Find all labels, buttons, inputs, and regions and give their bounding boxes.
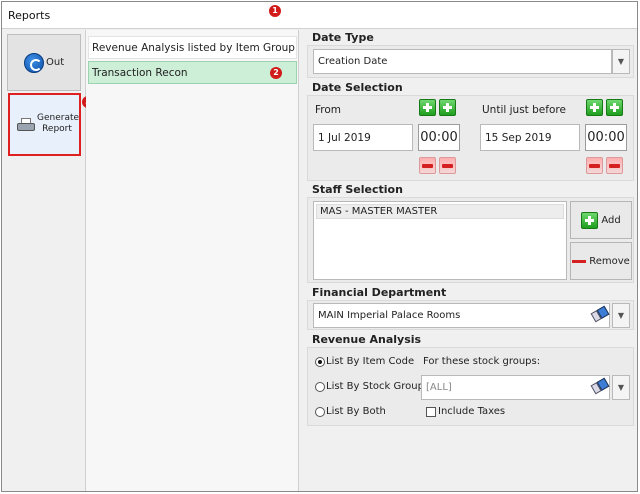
plus-icon[interactable]: [439, 99, 456, 116]
reports-window: Reports 1 Out GenerateReport 3 Revenue A…: [1, 1, 638, 492]
radio-list-by-stock-group[interactable]: List By Stock Group: [315, 381, 424, 392]
financial-department-group: MAIN Imperial Palace Rooms ▼: [307, 300, 634, 330]
date-type-heading: Date Type: [312, 31, 374, 44]
financial-department-select[interactable]: MAIN Imperial Palace Rooms: [313, 303, 610, 328]
date-selection-heading: Date Selection: [312, 81, 403, 94]
include-taxes-checkbox[interactable]: Include Taxes: [426, 406, 505, 417]
from-date-field[interactable]: 1 Jul 2019: [313, 124, 413, 151]
until-label: Until just before: [482, 104, 566, 116]
out-label: Out: [46, 57, 65, 68]
report-list: Revenue Analysis listed by Item Group Tr…: [86, 30, 299, 491]
minus-icon[interactable]: [419, 157, 436, 174]
date-type-dropdown-button[interactable]: ▼: [612, 49, 630, 74]
callout-badge-1: 1: [269, 5, 281, 17]
date-selection-group: From 1 Jul 2019 00:00 Until just before …: [307, 95, 634, 181]
from-time-field[interactable]: 00:00: [418, 124, 460, 151]
until-time-field[interactable]: 00:00: [585, 124, 627, 151]
minus-icon[interactable]: [439, 157, 456, 174]
printer-icon: [17, 118, 35, 132]
date-type-value: Creation Date: [318, 56, 388, 67]
plus-icon[interactable]: [606, 99, 623, 116]
add-staff-button[interactable]: Add: [570, 201, 632, 239]
plus-icon[interactable]: [419, 99, 436, 116]
callout-badge-2: 2: [270, 67, 282, 79]
radio-list-by-item-code[interactable]: List By Item Code: [315, 356, 414, 367]
until-date-field[interactable]: 15 Sep 2019: [480, 124, 580, 151]
action-column: Out GenerateReport 3: [2, 30, 94, 491]
remove-staff-button[interactable]: Remove: [570, 242, 632, 280]
revenue-analysis-group: List By Item Code List By Stock Group Li…: [307, 347, 634, 426]
stock-groups-dropdown-button[interactable]: ▼: [612, 375, 630, 400]
from-label: From: [315, 104, 342, 116]
radio-list-by-both[interactable]: List By Both: [315, 406, 386, 417]
generate-report-button[interactable]: Generate Report: [8, 93, 81, 156]
out-icon: [24, 53, 44, 73]
chevron-down-icon: ▼: [617, 383, 625, 392]
generate-report-label: Generate Report: [37, 113, 80, 134]
stock-groups-label: For these stock groups:: [423, 356, 541, 367]
stock-groups-select[interactable]: [ALL]: [421, 375, 610, 400]
report-options-panel: Date Type Creation Date ▼ Date Selection…: [307, 30, 635, 430]
list-item[interactable]: Revenue Analysis listed by Item Group: [88, 36, 297, 59]
minus-icon[interactable]: [606, 157, 623, 174]
staff-list[interactable]: MAS - MASTER MASTER: [313, 201, 567, 280]
list-item-label: Transaction Recon: [92, 67, 188, 79]
plus-icon: [581, 211, 599, 229]
financial-department-heading: Financial Department: [312, 286, 447, 299]
title-bar: Reports: [2, 2, 637, 29]
date-type-group: Creation Date ▼: [307, 45, 634, 78]
chevron-down-icon: ▼: [617, 311, 625, 320]
minus-icon[interactable]: [586, 157, 603, 174]
staff-selection-heading: Staff Selection: [312, 183, 403, 196]
financial-department-dropdown-button[interactable]: ▼: [612, 303, 630, 328]
revenue-analysis-heading: Revenue Analysis: [312, 333, 422, 346]
plus-icon[interactable]: [586, 99, 603, 116]
list-item-label: Revenue Analysis listed by Item Group: [92, 42, 295, 54]
list-item-selected[interactable]: Transaction Recon 2: [88, 61, 297, 84]
staff-list-item[interactable]: MAS - MASTER MASTER: [316, 204, 564, 219]
date-type-select[interactable]: Creation Date: [313, 49, 612, 74]
staff-selection-group: MAS - MASTER MASTER Add Remove: [307, 197, 634, 283]
out-button[interactable]: Out: [7, 34, 81, 91]
chevron-down-icon: ▼: [617, 57, 625, 66]
window-title: Reports: [8, 9, 51, 22]
minus-icon: [572, 259, 587, 263]
